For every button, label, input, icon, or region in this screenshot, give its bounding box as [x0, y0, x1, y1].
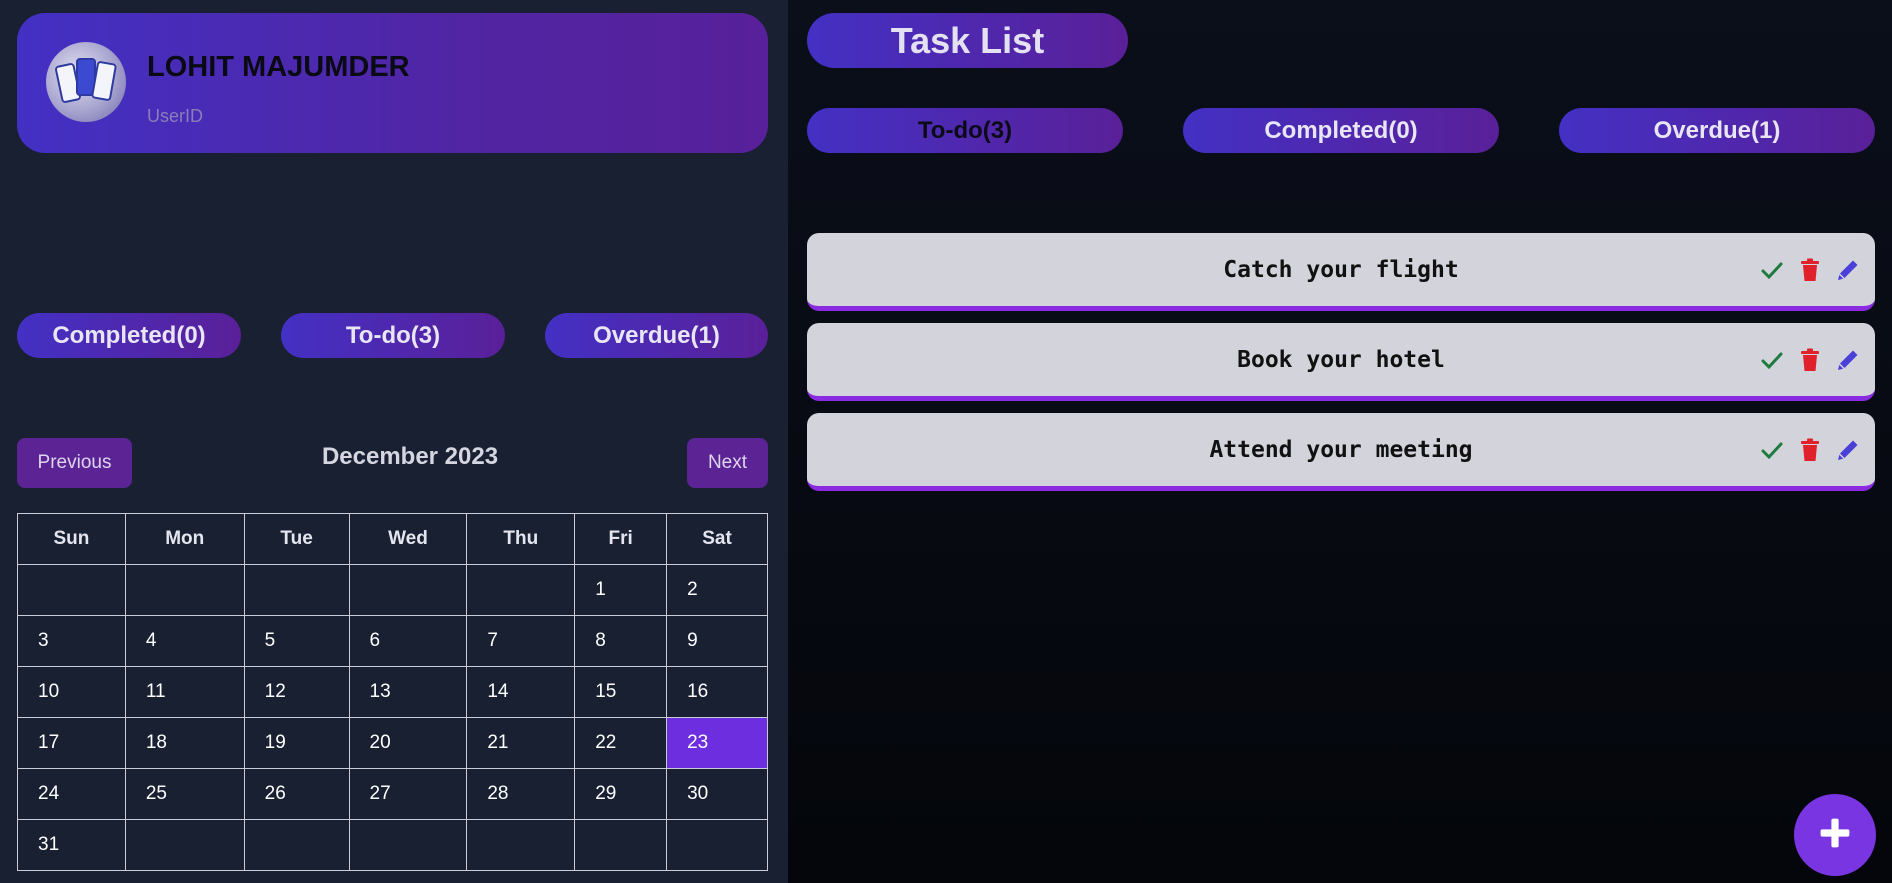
task-item: Catch your flight: [807, 233, 1875, 311]
tab-overdue[interactable]: Overdue(1): [1559, 108, 1875, 153]
calendar-day[interactable]: [243, 564, 350, 616]
previous-month-button[interactable]: Previous: [17, 438, 132, 488]
calendar-day[interactable]: 31: [17, 819, 126, 871]
pencil-icon[interactable]: [1835, 347, 1861, 373]
task-item: Attend your meeting: [807, 413, 1875, 491]
calendar-day[interactable]: 26: [243, 768, 350, 820]
trash-icon[interactable]: [1797, 437, 1823, 463]
calendar-day[interactable]: 27: [348, 768, 468, 820]
calendar-day[interactable]: 14: [466, 666, 576, 718]
next-month-button[interactable]: Next: [687, 438, 768, 488]
calendar-weekday-row: Sun Mon Tue Wed Thu Fri Sat: [17, 513, 768, 565]
plus-icon: [1817, 815, 1853, 855]
weekday-header: Wed: [348, 513, 468, 565]
calendar-week-row: 10 11 12 13 14 15 16: [17, 666, 768, 718]
left-panel: LOHIT MAJUMDER UserID Completed(0) To-do…: [0, 0, 788, 883]
calendar-day[interactable]: 21: [466, 717, 576, 769]
check-icon[interactable]: [1759, 257, 1785, 283]
pencil-icon[interactable]: [1835, 257, 1861, 283]
calendar-day[interactable]: [466, 819, 576, 871]
task-text: Catch your flight: [1223, 257, 1459, 283]
calendar-week-row: 1 2: [17, 564, 768, 616]
calendar-week-row: 3 4 5 6 7 8 9: [17, 615, 768, 667]
user-id: UserID: [147, 106, 204, 126]
calendar-day[interactable]: 3: [17, 615, 126, 667]
calendar-day[interactable]: 1: [574, 564, 668, 616]
calendar-day[interactable]: 28: [466, 768, 576, 820]
calendar-day[interactable]: [124, 819, 245, 871]
calendar-day[interactable]: 2: [666, 564, 768, 616]
calendar-day[interactable]: 30: [666, 768, 768, 820]
calendar-day[interactable]: 29: [574, 768, 668, 820]
user-name: LOHIT MAJUMDER: [147, 51, 410, 83]
task-text: Book your hotel: [1237, 347, 1445, 373]
calendar-day[interactable]: 15: [574, 666, 668, 718]
weekday-header: Fri: [574, 513, 668, 565]
weekday-header: Sun: [17, 513, 126, 565]
calendar-week-row: 31: [17, 819, 768, 871]
completed-stat-button[interactable]: Completed(0): [17, 313, 241, 358]
calendar-day[interactable]: 7: [466, 615, 576, 667]
calendar-day[interactable]: 12: [243, 666, 350, 718]
trash-icon[interactable]: [1797, 347, 1823, 373]
calendar-day[interactable]: [466, 564, 576, 616]
task-panel: Task List To-do(3) Completed(0) Overdue(…: [788, 0, 1892, 883]
calendar-day[interactable]: 17: [17, 717, 126, 769]
calendar-day[interactable]: 24: [17, 768, 126, 820]
calendar-day[interactable]: 4: [124, 615, 245, 667]
add-task-button[interactable]: [1794, 794, 1876, 876]
avatar: [46, 42, 126, 122]
calendar-day[interactable]: 18: [124, 717, 245, 769]
calendar-day[interactable]: [348, 819, 468, 871]
calendar-week-row: 17 18 19 20 21 22 23: [17, 717, 768, 769]
task-text: Attend your meeting: [1209, 437, 1473, 463]
overdue-stat-button[interactable]: Overdue(1): [545, 313, 768, 358]
weekday-header: Thu: [466, 513, 576, 565]
profile-card: LOHIT MAJUMDER UserID: [17, 13, 768, 153]
calendar-month-label: December 2023: [321, 443, 499, 470]
calendar-day[interactable]: [124, 564, 245, 616]
calendar-day[interactable]: 11: [124, 666, 245, 718]
calendar-day[interactable]: 16: [666, 666, 768, 718]
todo-stat-button[interactable]: To-do(3): [281, 313, 505, 358]
calendar-day[interactable]: 9: [666, 615, 768, 667]
check-icon[interactable]: [1759, 347, 1785, 373]
calendar-day[interactable]: 25: [124, 768, 245, 820]
calendar-day[interactable]: 8: [574, 615, 668, 667]
calendar-day[interactable]: 22: [574, 717, 668, 769]
calendar-day[interactable]: [666, 819, 768, 871]
calendar-week-row: 24 25 26 27 28 29 30: [17, 768, 768, 820]
weekday-header: Sat: [666, 513, 768, 565]
calendar-day[interactable]: 13: [348, 666, 468, 718]
tab-completed[interactable]: Completed(0): [1183, 108, 1499, 153]
pencil-icon[interactable]: [1835, 437, 1861, 463]
calendar-day[interactable]: 20: [348, 717, 468, 769]
calendar-day[interactable]: [243, 819, 350, 871]
tab-todo[interactable]: To-do(3): [807, 108, 1123, 153]
weekday-header: Tue: [243, 513, 350, 565]
weekday-header: Mon: [124, 513, 245, 565]
calendar-day[interactable]: [17, 564, 126, 616]
task-item: Book your hotel: [807, 323, 1875, 401]
calendar-day[interactable]: 5: [243, 615, 350, 667]
check-icon[interactable]: [1759, 437, 1785, 463]
calendar-day[interactable]: 19: [243, 717, 350, 769]
task-list-title: Task List: [807, 13, 1128, 68]
calendar-day-selected[interactable]: 23: [666, 717, 768, 769]
calendar-day[interactable]: 6: [348, 615, 468, 667]
trash-icon[interactable]: [1797, 257, 1823, 283]
calendar-day[interactable]: [574, 819, 668, 871]
calendar-grid: Sun Mon Tue Wed Thu Fri Sat 1 2 3 4 5 6 …: [17, 513, 768, 871]
calendar-day[interactable]: 10: [17, 666, 126, 718]
calendar-day[interactable]: [348, 564, 468, 616]
